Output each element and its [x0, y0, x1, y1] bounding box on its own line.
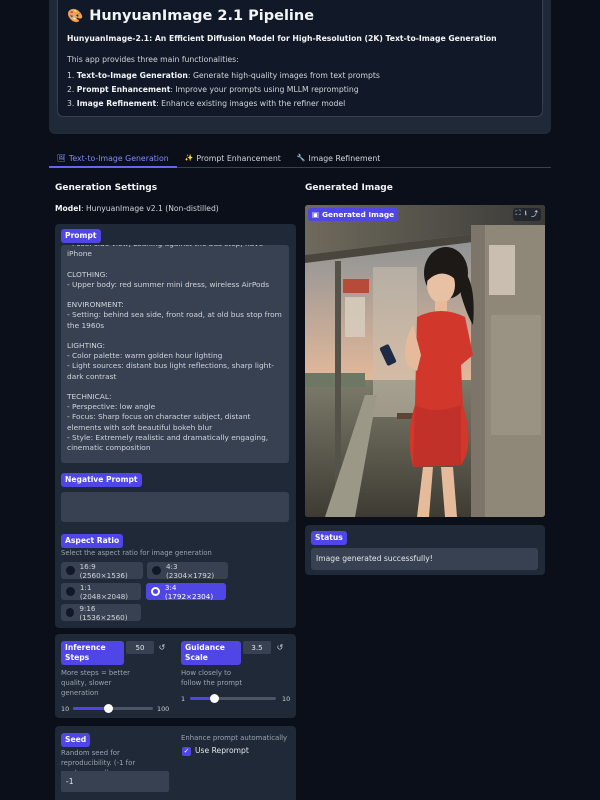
wrench-icon: 🔧	[296, 154, 306, 162]
page-title: 🎨 HunyuanImage 2.1 Pipeline	[67, 8, 533, 24]
tab-bar: 🖼 Text-to-Image Generation ✨ Prompt Enha…	[49, 152, 551, 168]
aspect-ratio-description: Select the aspect ratio for image genera…	[61, 549, 212, 557]
slider-thumb[interactable]	[103, 704, 113, 713]
tab-label: Prompt Enhancement	[196, 154, 281, 163]
guidance-scale-description: How closely to follow the prompt	[181, 669, 243, 687]
model-info: Model: HunyuanImage v2.1 (Non-distilled)	[55, 204, 219, 213]
inference-steps-input[interactable]: 50	[126, 641, 154, 654]
aspect-option-4-3[interactable]: 4:3 (2304×1792)	[147, 562, 228, 580]
page-subtitle: HunyuanImage-2.1: An Efficient Diffusion…	[67, 34, 497, 43]
guidance-scale-input[interactable]: 3.5	[243, 641, 271, 654]
seed-label: Seed	[61, 733, 91, 747]
reset-icon[interactable]: ↺	[274, 641, 286, 654]
negative-prompt-label: Negative Prompt	[61, 473, 142, 487]
guidance-scale-max: 10	[282, 695, 291, 703]
feature-list: 1. Text-to-Image Generation: Generate hi…	[67, 69, 533, 111]
fullscreen-icon[interactable]: ⛶	[516, 209, 521, 220]
inference-steps-min: 10	[61, 705, 70, 713]
palette-icon: 🎨	[67, 8, 84, 24]
intro-text: This app provides three main functionali…	[67, 55, 239, 64]
inference-steps-label: Inference Steps	[61, 641, 124, 665]
page-title-text: HunyuanImage 2.1 Pipeline	[89, 8, 315, 24]
aspect-option-16-9[interactable]: 16:9 (2560×1536)	[61, 562, 143, 580]
header-card: 🎨 HunyuanImage 2.1 Pipeline HunyuanImage…	[57, 0, 543, 117]
radio-dot	[66, 566, 75, 575]
guidance-scale-label: Guidance Scale	[181, 641, 241, 665]
header-panel: 🎨 HunyuanImage 2.1 Pipeline HunyuanImage…	[49, 0, 551, 134]
tab-label: Image Refinement	[308, 154, 381, 163]
download-icon[interactable]: ⭳	[525, 209, 527, 220]
image-icon: ▣	[312, 210, 319, 219]
prompt-text: - Pose: side view, Leaning against the b…	[67, 245, 282, 453]
radio-dot	[66, 608, 75, 617]
sparkles-icon: ✨	[184, 154, 194, 162]
aspect-option-3-4[interactable]: 3:4 (1792×2304)	[146, 583, 226, 601]
generated-image: ▣ Generated Image ⛶ ⭳ ⤴	[305, 205, 545, 517]
reset-icon[interactable]: ↺	[156, 641, 168, 654]
status-label: Status	[311, 531, 347, 545]
slider-thumb[interactable]	[209, 694, 219, 703]
share-icon[interactable]: ⤴	[531, 209, 538, 220]
guidance-scale-min: 1	[181, 695, 186, 703]
slider-fill	[73, 707, 109, 710]
radio-dot	[152, 566, 161, 575]
feature-item: 3. Image Refinement: Enhance existing im…	[67, 99, 346, 108]
status-textbox: Image generated successfully!	[311, 548, 538, 570]
picture-icon: 🖼	[57, 154, 66, 162]
use-reprompt-checkbox[interactable]: ✓	[182, 747, 191, 756]
guidance-scale-slider[interactable]	[190, 694, 276, 703]
inference-steps-slider[interactable]	[73, 704, 153, 713]
generated-image-title: Generated Image	[305, 183, 393, 193]
feature-item: 2. Prompt Enhancement: Improve your prom…	[67, 85, 359, 94]
seed-input[interactable]: -1	[61, 771, 169, 792]
inference-steps-description: More steps = better quality, slower gene…	[61, 669, 131, 697]
tab-prompt-enhancement[interactable]: ✨ Prompt Enhancement	[177, 152, 289, 168]
reprompt-description: Enhance prompt automatically	[181, 734, 288, 742]
feature-item: 1. Text-to-Image Generation: Generate hi…	[67, 71, 380, 80]
prompt-label: Prompt	[61, 229, 101, 243]
radio-dot	[151, 587, 160, 596]
aspect-option-9-16[interactable]: 9:16 (1536×2560)	[61, 604, 141, 622]
negative-prompt-textarea[interactable]	[61, 492, 289, 522]
inference-steps-max: 100	[157, 705, 170, 713]
tab-text-to-image[interactable]: 🖼 Text-to-Image Generation	[49, 152, 177, 168]
tab-label: Text-to-Image Generation	[68, 154, 169, 163]
tab-image-refinement[interactable]: 🔧 Image Refinement	[289, 152, 389, 168]
use-reprompt-label: Use Reprompt	[195, 746, 249, 755]
generated-image-illustration	[305, 205, 545, 517]
prompt-textarea[interactable]: - Pose: side view, Leaning against the b…	[61, 245, 289, 463]
generated-image-label: ▣ Generated Image	[308, 208, 399, 221]
generation-settings-title: Generation Settings	[55, 183, 158, 193]
aspect-ratio-label: Aspect Ratio	[61, 534, 124, 548]
aspect-option-1-1[interactable]: 1:1 (2048×2048)	[61, 583, 141, 601]
image-toolbar: ⛶ ⭳ ⤴	[512, 208, 541, 221]
radio-dot	[66, 587, 75, 596]
